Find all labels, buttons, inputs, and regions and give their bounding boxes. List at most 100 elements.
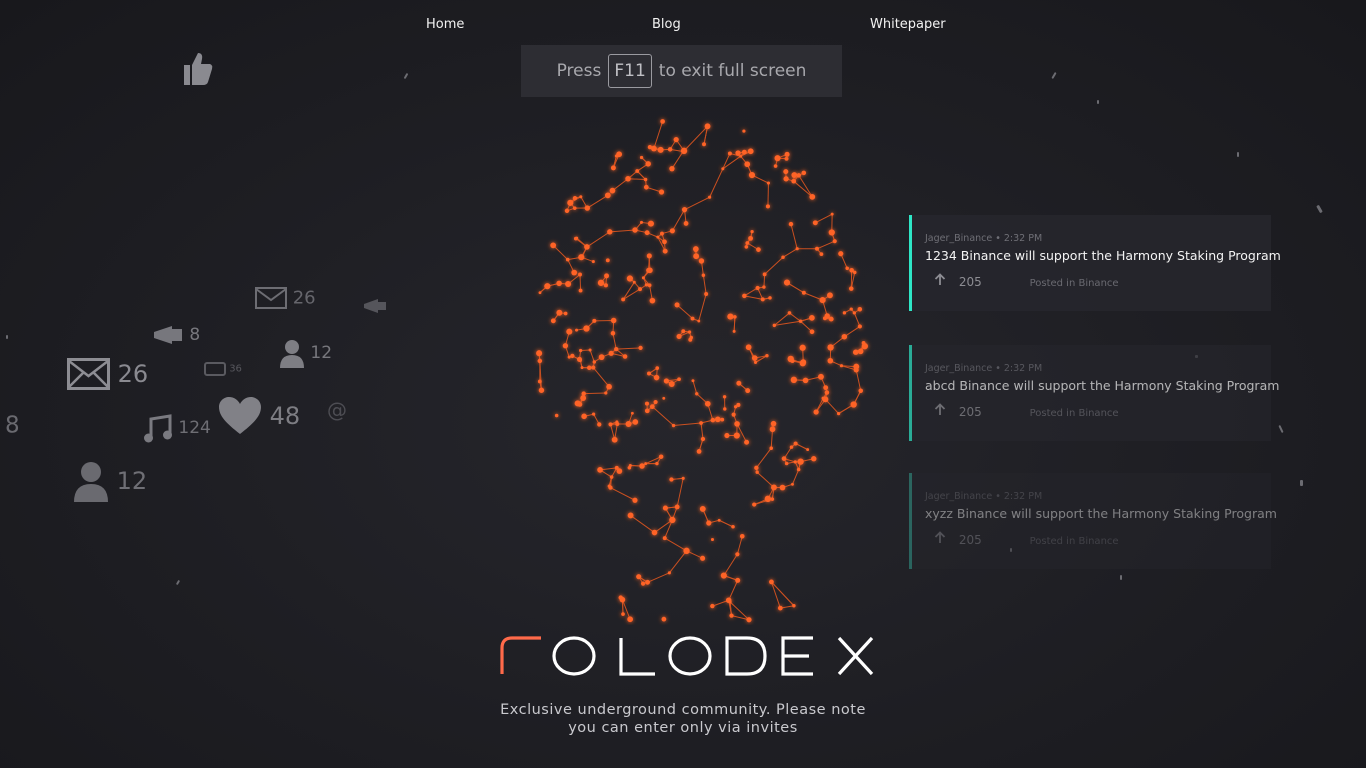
face-mesh-dot bbox=[647, 220, 654, 227]
face-mesh-dot bbox=[765, 204, 770, 209]
face-mesh-line bbox=[770, 581, 781, 609]
face-mesh-dot bbox=[574, 400, 581, 407]
face-mesh-dot bbox=[735, 552, 740, 557]
face-mesh-dot bbox=[799, 344, 806, 351]
face-mesh-dot bbox=[667, 147, 673, 152]
feed-card[interactable]: Jager_Binance • 2:32 PM xyzz Binance wil… bbox=[909, 473, 1277, 569]
face-mesh-dot bbox=[641, 276, 645, 280]
upvote-arrow-icon[interactable] bbox=[933, 273, 947, 286]
face-mesh-dot bbox=[609, 187, 616, 194]
nav-whitepaper-link[interactable]: Whitepaper bbox=[870, 17, 946, 32]
face-mesh-dot bbox=[690, 316, 695, 321]
face-mesh-dot bbox=[658, 189, 665, 195]
face-mesh-dot bbox=[608, 350, 614, 356]
face-mesh-dot bbox=[669, 477, 674, 482]
face-mesh-dot bbox=[731, 412, 736, 417]
face-mesh-dot bbox=[537, 379, 542, 384]
face-mesh-dot bbox=[538, 291, 542, 295]
face-mesh-dot bbox=[697, 319, 701, 323]
face-mesh-dot bbox=[809, 329, 815, 335]
face-mesh-dot bbox=[853, 363, 860, 370]
face-mesh-dot bbox=[640, 581, 646, 586]
face-mesh-dot bbox=[662, 248, 668, 254]
face-mesh-dot bbox=[736, 402, 741, 407]
feed-card[interactable]: Jager_Binance • 2:32 PM 1234 Binance wil… bbox=[909, 215, 1281, 311]
face-mesh-dot bbox=[724, 432, 730, 439]
face-mesh-dot bbox=[793, 460, 797, 464]
face-mesh-dot bbox=[704, 123, 711, 130]
face-mesh-dot bbox=[632, 419, 639, 425]
face-mesh-dot bbox=[762, 285, 766, 289]
face-mesh-dot bbox=[554, 413, 559, 418]
face-mesh-dot bbox=[581, 391, 586, 396]
face-mesh-dot bbox=[729, 613, 734, 618]
face-mesh-dot bbox=[663, 378, 670, 384]
face-mesh-dot bbox=[615, 422, 620, 427]
face-mesh-dot bbox=[603, 283, 608, 288]
face-mesh-dot bbox=[662, 396, 666, 400]
social-item bbox=[362, 295, 388, 314]
face-mesh-dot bbox=[839, 364, 844, 368]
nav-blog-link[interactable]: Blog bbox=[652, 17, 681, 32]
face-mesh-dot bbox=[657, 146, 664, 153]
face-mesh-dot bbox=[747, 148, 754, 155]
f11-key-badge: F11 bbox=[608, 54, 652, 88]
face-mesh-dot bbox=[788, 221, 794, 227]
face-mesh-dot bbox=[578, 348, 583, 353]
face-mesh-dot bbox=[628, 463, 632, 468]
face-mesh-dot bbox=[799, 360, 806, 367]
face-mesh-dot bbox=[572, 206, 577, 211]
face-mesh-dot bbox=[723, 407, 727, 411]
face-mesh-dot bbox=[704, 400, 711, 407]
face-mesh-dot bbox=[746, 617, 752, 623]
face-mesh-dot bbox=[735, 577, 741, 583]
nav-home-link[interactable]: Home bbox=[426, 17, 464, 32]
upvote-arrow-icon[interactable] bbox=[933, 531, 947, 544]
face-mesh-dot bbox=[638, 287, 643, 292]
face-mesh-dot bbox=[578, 358, 582, 363]
card-title[interactable]: xyzz Binance will support the Harmony St… bbox=[925, 506, 1277, 521]
face-mesh-dot bbox=[845, 266, 849, 271]
face-mesh-line bbox=[771, 581, 795, 607]
face-mesh-dot bbox=[651, 529, 658, 536]
face-mesh-dot bbox=[824, 313, 830, 319]
upvote-arrow-icon[interactable] bbox=[933, 403, 947, 416]
card-title[interactable]: abcd Binance will support the Harmony St… bbox=[925, 378, 1279, 393]
face-mesh-dot bbox=[760, 297, 765, 302]
face-mesh-dot bbox=[643, 177, 648, 182]
tagline-line-2: you can enter only via invites bbox=[568, 720, 798, 736]
face-mesh-dot bbox=[694, 249, 698, 253]
face-mesh-dot bbox=[621, 297, 626, 302]
tagline-line-1: Exclusive underground community. Please … bbox=[500, 702, 866, 718]
face-mesh-dot bbox=[668, 381, 675, 387]
face-mesh-dot bbox=[567, 199, 574, 206]
face-mesh-dot bbox=[781, 456, 787, 461]
face-mesh-dot bbox=[848, 286, 854, 291]
face-mesh-dot bbox=[597, 279, 605, 286]
face-mesh-dot bbox=[651, 145, 657, 152]
feed-card[interactable]: Jager_Binance • 2:32 PM abcd Binance wil… bbox=[909, 345, 1279, 441]
social-item: 12 bbox=[279, 338, 332, 368]
face-mesh-dot bbox=[842, 311, 847, 315]
social-count: 26 bbox=[292, 287, 316, 309]
face-mesh-dot bbox=[768, 296, 772, 300]
face-mesh-dot bbox=[572, 196, 578, 201]
fullscreen-notice-suffix: to exit full screen bbox=[658, 61, 807, 81]
face-mesh-dot bbox=[609, 475, 614, 479]
face-mesh-dot bbox=[734, 421, 740, 427]
face-mesh-dot bbox=[796, 173, 801, 178]
face-mesh-dot bbox=[625, 421, 632, 427]
face-mesh-dot bbox=[680, 147, 688, 155]
face-mesh-dot bbox=[783, 176, 789, 182]
card-posted-in: Posted in Binance bbox=[1029, 278, 1119, 289]
face-mesh-dot bbox=[614, 347, 619, 352]
face-mesh-dot bbox=[861, 343, 868, 350]
face-mesh-dot bbox=[644, 283, 649, 287]
face-mesh-dot bbox=[715, 416, 721, 423]
face-mesh-dot bbox=[674, 302, 680, 308]
face-mesh-dot bbox=[625, 175, 631, 182]
face-mesh-dot bbox=[656, 235, 660, 239]
face-mesh-dot bbox=[658, 454, 664, 459]
face-mesh-dot bbox=[537, 358, 543, 364]
card-title[interactable]: 1234 Binance will support the Harmony St… bbox=[925, 248, 1281, 263]
